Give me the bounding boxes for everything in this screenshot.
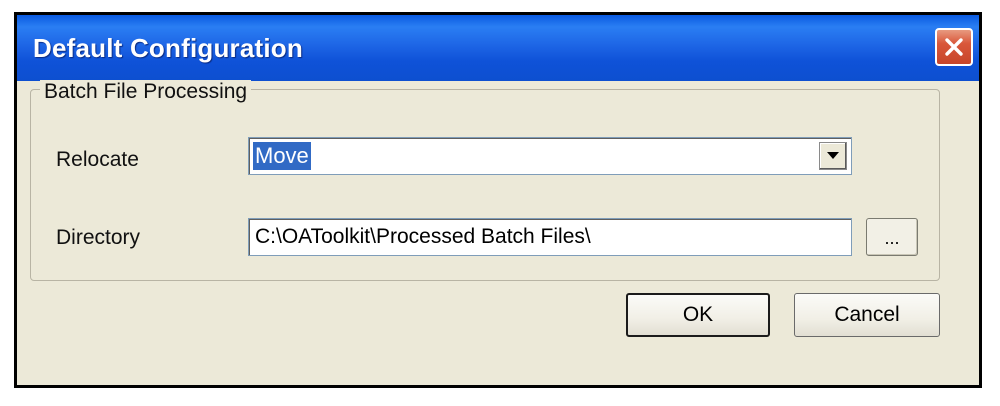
directory-label: Directory xyxy=(56,226,141,249)
chevron-down-icon xyxy=(827,152,839,159)
directory-input[interactable]: C:\OAToolkit\Processed Batch Files\ xyxy=(248,218,852,256)
relocate-label: Relocate xyxy=(56,148,139,171)
title-bar[interactable]: Default Configuration xyxy=(17,15,979,81)
close-button[interactable] xyxy=(935,28,973,66)
window-title: Default Configuration xyxy=(33,33,303,63)
browse-button[interactable]: ... xyxy=(866,218,918,256)
group-title: Batch File Processing xyxy=(40,80,252,104)
cancel-button[interactable]: Cancel xyxy=(794,293,940,337)
ok-button[interactable]: OK xyxy=(626,293,770,337)
relocate-selected-value: Move xyxy=(253,142,311,170)
dropdown-arrow-button[interactable] xyxy=(819,142,847,170)
close-icon xyxy=(945,38,963,56)
relocate-dropdown[interactable]: Move xyxy=(248,137,852,175)
